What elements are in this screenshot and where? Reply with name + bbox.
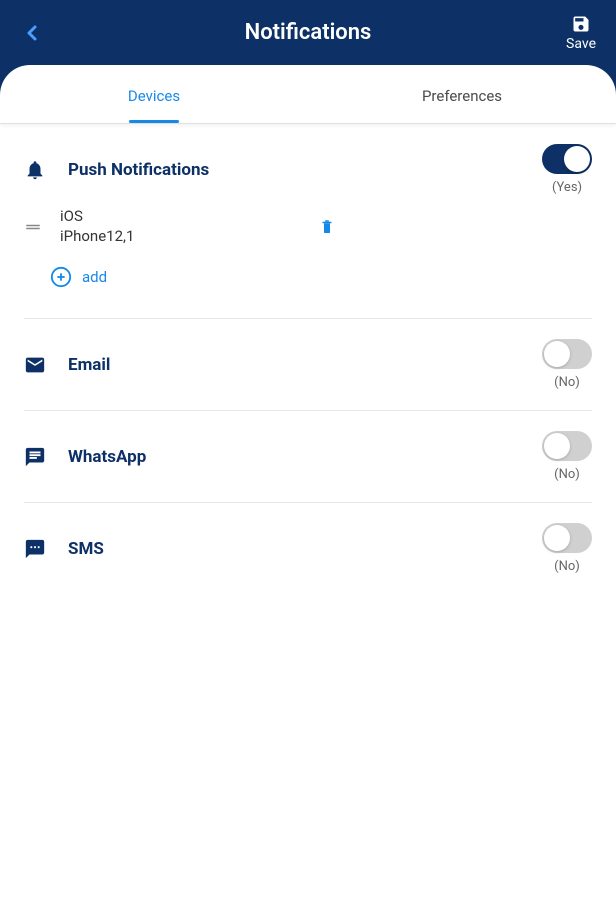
push-header: Push Notifications (Yes) (24, 144, 592, 195)
device-model: iPhone12,1 (60, 227, 260, 247)
save-icon (571, 14, 591, 34)
bell-icon (24, 159, 46, 181)
section-whatsapp: WhatsApp (No) (0, 411, 616, 502)
section-push: Push Notifications (Yes) iOS iPhone12,1 (0, 124, 616, 318)
save-label: Save (566, 36, 596, 52)
sections: Push Notifications (Yes) iOS iPhone12,1 (0, 124, 616, 594)
device-os: iOS (60, 207, 260, 227)
tab-preferences[interactable]: Preferences (308, 65, 616, 123)
add-device-button[interactable]: add (24, 246, 592, 298)
email-icon (24, 354, 46, 376)
sms-icon (24, 538, 46, 560)
drag-handle-icon[interactable] (24, 218, 42, 236)
sms-toggle[interactable] (542, 523, 592, 553)
header-bar: Notifications Save (0, 0, 616, 65)
email-toggle-state: (No) (554, 375, 580, 390)
whatsapp-toggle[interactable] (542, 431, 592, 461)
plus-circle-icon (50, 266, 72, 288)
email-title: Email (68, 355, 110, 375)
sms-title: SMS (68, 539, 104, 559)
delete-device-button[interactable] (318, 218, 336, 236)
section-email: Email (No) (0, 319, 616, 410)
sms-toggle-state: (No) (554, 559, 580, 574)
save-button[interactable]: Save (566, 14, 596, 52)
tabs: Devices Preferences (0, 65, 616, 124)
content-panel: Devices Preferences Push Notifications (… (0, 65, 616, 923)
chat-icon (24, 446, 46, 468)
page-title: Notifications (245, 20, 372, 45)
push-toggle-state: (Yes) (552, 180, 582, 195)
section-sms: SMS (No) (0, 503, 616, 594)
device-row: iOS iPhone12,1 (24, 195, 592, 246)
push-toggle[interactable] (542, 144, 592, 174)
device-info: iOS iPhone12,1 (60, 207, 260, 246)
whatsapp-toggle-state: (No) (554, 467, 580, 482)
email-toggle[interactable] (542, 339, 592, 369)
tab-devices[interactable]: Devices (0, 65, 308, 123)
add-label: add (82, 268, 107, 286)
push-title: Push Notifications (68, 160, 209, 180)
whatsapp-title: WhatsApp (68, 447, 146, 467)
back-button[interactable] (20, 21, 44, 45)
